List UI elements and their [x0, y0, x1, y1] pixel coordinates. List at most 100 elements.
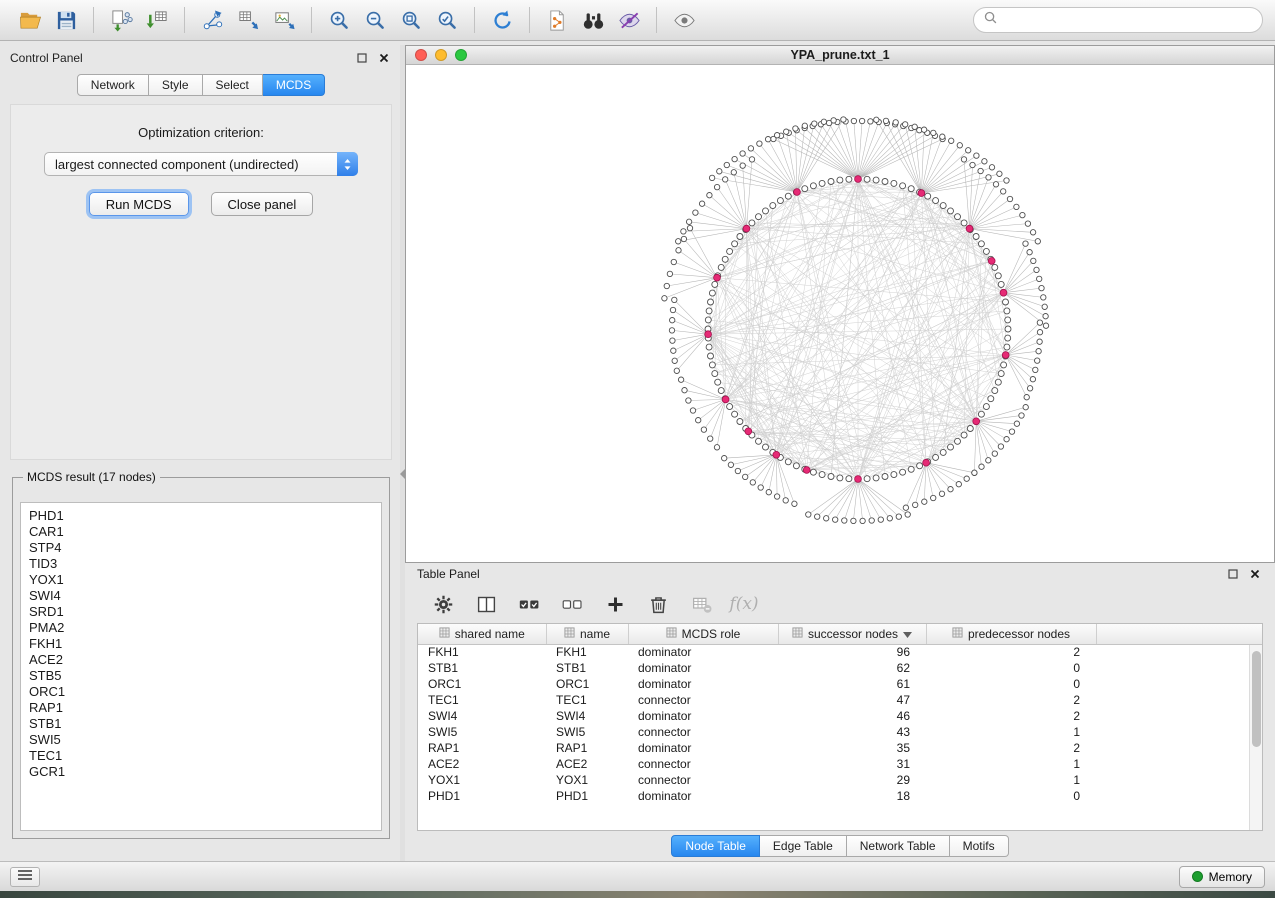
close-table-panel-button[interactable] — [1247, 566, 1263, 582]
export-table-button[interactable] — [230, 4, 266, 36]
mcds-result-item[interactable]: CAR1 — [29, 524, 373, 540]
cell-shared-name: YOX1 — [418, 772, 546, 788]
refresh-button[interactable] — [484, 4, 520, 36]
optimization-criterion-select[interactable]: largest connected component (undirected) — [44, 152, 358, 176]
mcds-result-item[interactable]: STP4 — [29, 540, 373, 556]
open-folder-button[interactable] — [12, 4, 48, 36]
add-button[interactable] — [601, 590, 629, 618]
table-row[interactable]: ACE2ACE2connector311 — [418, 756, 1262, 772]
close-panel-button[interactable]: Close panel — [211, 192, 314, 216]
mcds-result-item[interactable]: PHD1 — [29, 508, 373, 524]
column-header-predecessor-nodes[interactable]: predecessor nodes — [926, 624, 1096, 644]
table-row[interactable]: ORC1ORC1dominator610 — [418, 676, 1262, 692]
import-table-button[interactable] — [139, 4, 175, 36]
cell-successor-nodes: 62 — [778, 660, 926, 676]
mcds-result-item[interactable]: PMA2 — [29, 620, 373, 636]
column-header-shared-name[interactable]: shared name — [418, 624, 546, 644]
network-canvas[interactable] — [406, 65, 1274, 562]
tab-network-table[interactable]: Network Table — [847, 835, 950, 857]
save-disk-button[interactable] — [48, 4, 84, 36]
zoom-out-button[interactable] — [357, 4, 393, 36]
control-panel-tab-select[interactable]: Select — [203, 74, 263, 96]
mcds-result-item[interactable]: RAP1 — [29, 700, 373, 716]
mcds-result-item[interactable]: TEC1 — [29, 748, 373, 764]
eye-button[interactable] — [666, 4, 702, 36]
minimize-window-button[interactable] — [435, 49, 447, 61]
mcds-result-item[interactable]: GCR1 — [29, 764, 373, 780]
table-row[interactable]: PHD1PHD1dominator180 — [418, 788, 1262, 804]
export-image-button[interactable] — [266, 4, 302, 36]
column-header-successor-nodes[interactable]: successor nodes — [778, 624, 926, 644]
column-header-mcds-role[interactable]: MCDS role — [628, 624, 778, 644]
zoom-selected-icon — [436, 9, 459, 32]
mcds-result-item[interactable]: SWI5 — [29, 732, 373, 748]
zoom-fit-button[interactable] — [393, 4, 429, 36]
import-network-button[interactable] — [103, 4, 139, 36]
table-row[interactable]: TEC1TEC1connector472 — [418, 692, 1262, 708]
deselect-all-button[interactable] — [558, 590, 586, 618]
hide-graphics-button[interactable] — [611, 4, 647, 36]
columns-button[interactable] — [472, 590, 500, 618]
cell-predecessor-nodes: 0 — [926, 676, 1096, 692]
table-row[interactable]: FKH1FKH1dominator962 — [418, 644, 1262, 660]
delete-table-icon — [691, 594, 712, 615]
undock-table-panel-button[interactable] — [1225, 566, 1241, 582]
control-panel: Control Panel NetworkStyleSelectMCDS Opt… — [0, 45, 400, 861]
trash-button[interactable] — [644, 590, 672, 618]
import-table-icon — [146, 9, 169, 32]
mcds-result-item[interactable]: FKH1 — [29, 636, 373, 652]
column-header-name[interactable]: name — [546, 624, 628, 644]
close-icon — [379, 51, 389, 66]
export-image-icon — [273, 9, 296, 32]
zoom-in-button[interactable] — [321, 4, 357, 36]
table-row[interactable]: STB1STB1dominator620 — [418, 660, 1262, 676]
close-window-button[interactable] — [415, 49, 427, 61]
cell-mcds-role: dominator — [628, 644, 778, 660]
undock-icon — [357, 51, 367, 66]
control-panel-tab-style[interactable]: Style — [149, 74, 203, 96]
binoculars-button[interactable] — [575, 4, 611, 36]
tab-node-table[interactable]: Node Table — [671, 835, 760, 857]
status-menu-button[interactable] — [10, 867, 40, 887]
mcds-result-item[interactable]: TID3 — [29, 556, 373, 572]
control-panel-tab-network[interactable]: Network — [77, 74, 149, 96]
mcds-result-item[interactable]: ACE2 — [29, 652, 373, 668]
vertical-splitter[interactable] — [400, 45, 405, 861]
table-row[interactable]: SWI4SWI4dominator462 — [418, 708, 1262, 724]
mcds-result-item[interactable]: STB1 — [29, 716, 373, 732]
tab-motifs[interactable]: Motifs — [950, 835, 1009, 857]
network-graph[interactable] — [406, 65, 1274, 562]
select-all-button[interactable] — [515, 590, 543, 618]
cell-predecessor-nodes: 0 — [926, 788, 1096, 804]
tab-edge-table[interactable]: Edge Table — [760, 835, 847, 857]
undock-control-panel-button[interactable] — [354, 50, 370, 66]
table-row[interactable]: SWI5SWI5connector431 — [418, 724, 1262, 740]
scrollbar-thumb[interactable] — [1252, 651, 1261, 747]
cell-mcds-role: connector — [628, 692, 778, 708]
memory-button[interactable]: Memory — [1179, 866, 1265, 888]
splitter-collapse-icon[interactable] — [400, 469, 405, 479]
run-mcds-button[interactable]: Run MCDS — [89, 192, 189, 216]
table-row[interactable]: YOX1YOX1connector291 — [418, 772, 1262, 788]
network-window-title: YPA_prune.txt_1 — [406, 48, 1274, 62]
close-control-panel-button[interactable] — [376, 50, 392, 66]
share-document-icon — [546, 9, 569, 32]
table-vertical-scrollbar[interactable] — [1249, 645, 1262, 830]
zoom-window-button[interactable] — [455, 49, 467, 61]
share-document-button[interactable] — [539, 4, 575, 36]
mcds-result-item[interactable]: SRD1 — [29, 604, 373, 620]
mcds-result-item[interactable]: SWI4 — [29, 588, 373, 604]
delete-table-button[interactable] — [687, 590, 715, 618]
mcds-result-item[interactable]: ORC1 — [29, 684, 373, 700]
control-panel-header: Control Panel — [10, 47, 392, 69]
mcds-result-item[interactable]: YOX1 — [29, 572, 373, 588]
mcds-result-item[interactable]: STB5 — [29, 668, 373, 684]
gear-button[interactable] — [429, 590, 457, 618]
table-row[interactable]: RAP1RAP1dominator352 — [418, 740, 1262, 756]
control-panel-tab-mcds[interactable]: MCDS — [263, 74, 325, 96]
zoom-selected-button[interactable] — [429, 4, 465, 36]
search-input[interactable] — [1003, 13, 1252, 27]
mcds-tab-content: Optimization criterion: largest connecte… — [10, 104, 392, 460]
export-network-button[interactable] — [194, 4, 230, 36]
function-builder-button[interactable]: f(x) — [730, 590, 758, 618]
